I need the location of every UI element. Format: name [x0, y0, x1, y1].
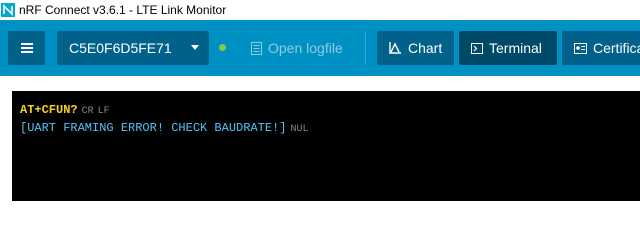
control-char-lf: LF	[97, 106, 110, 117]
tab-terminal[interactable]: Terminal	[459, 31, 557, 65]
device-serial: C5E0F6D5FE71	[69, 40, 172, 56]
connection-status-indicator	[219, 44, 226, 51]
terminal-output[interactable]: AT+CFUN? CR LF [UART FRAMING ERROR! CHECK …	[12, 91, 640, 201]
tab-chart[interactable]: Chart	[377, 31, 454, 65]
toolbar-divider	[365, 31, 366, 65]
device-selector[interactable]: C5E0F6D5FE71	[57, 31, 209, 65]
file-icon	[251, 41, 262, 55]
nrf-app-icon	[1, 3, 15, 17]
tab-certificates-label: Certifica	[593, 40, 640, 56]
tab-chart-label: Chart	[408, 40, 443, 56]
certificate-icon	[574, 42, 587, 54]
terminal-line: AT+CFUN? CR LF	[20, 103, 110, 117]
menu-button[interactable]	[8, 31, 45, 65]
tab-certificates[interactable]: Certifica	[562, 31, 640, 65]
title-bar: nRF Connect v3.6.1 - LTE Link Monitor	[0, 0, 640, 20]
tab-terminal-label: Terminal	[489, 40, 542, 56]
caret-down-icon	[191, 45, 199, 50]
chart-icon	[389, 42, 401, 54]
response-text: [UART FRAMING ERROR! CHECK BAUDRATE!]	[20, 121, 287, 135]
control-char-nul: NUL	[290, 124, 309, 135]
hamburger-icon	[20, 43, 33, 53]
control-char-cr: CR	[81, 106, 94, 117]
terminal-line: [UART FRAMING ERROR! CHECK BAUDRATE!] NUL	[20, 121, 308, 135]
terminal-icon	[471, 42, 483, 54]
open-logfile-label: Open logfile	[268, 40, 343, 56]
at-command-text: AT+CFUN?	[20, 103, 78, 117]
window-title: nRF Connect v3.6.1 - LTE Link Monitor	[19, 3, 227, 17]
open-logfile-button[interactable]: Open logfile	[243, 31, 355, 65]
